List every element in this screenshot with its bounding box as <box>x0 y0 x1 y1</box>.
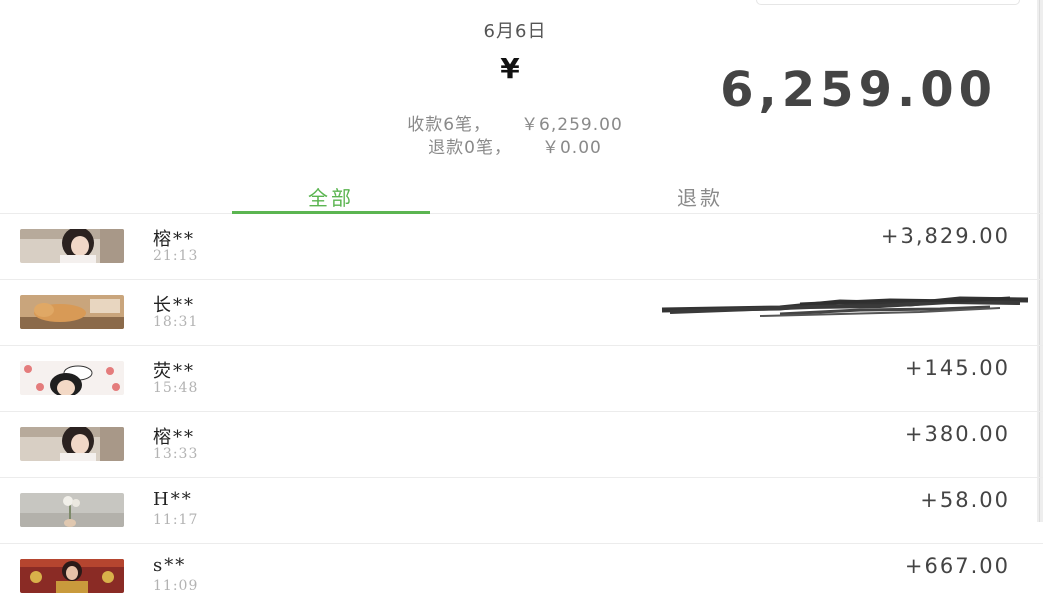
transaction-row[interactable]: 榕** 21:13 +3,829.00 <box>0 214 1043 280</box>
girl-photo-avatar <box>20 229 124 263</box>
payer-name: s** <box>153 555 187 576</box>
tab-all[interactable]: 全部 <box>232 182 430 211</box>
costume-photo-avatar <box>20 559 124 593</box>
currency-symbol: ¥ <box>500 52 520 85</box>
payment-amount: +380.00 <box>904 422 1010 446</box>
payment-amount: +667.00 <box>904 554 1010 578</box>
received-amount: ￥6,259.00 <box>521 115 623 135</box>
date-title: 6月6日 <box>483 21 547 42</box>
payer-name: H** <box>153 489 193 510</box>
refund-label: 退款0笔， <box>428 138 512 158</box>
payment-time: 11:17 <box>153 512 199 528</box>
received-label: 收款6笔， <box>407 115 492 135</box>
received-summary: 收款6笔， ￥6,259.00 <box>0 110 1030 135</box>
refund-summary: 退款0笔， ￥0.00 <box>0 133 1030 158</box>
payment-amount: +58.00 <box>920 488 1010 512</box>
redaction-scribble <box>661 296 1029 317</box>
top-search-pill[interactable] <box>756 0 1020 5</box>
transaction-row[interactable]: 长** 18:31 <box>0 280 1043 346</box>
transaction-list: 榕** 21:13 +3,829.00 长** 18:31 荧** 15:48 … <box>0 214 1043 605</box>
payment-time: 18:31 <box>153 314 199 330</box>
transaction-row[interactable]: 荧** 15:48 +145.00 <box>0 346 1043 412</box>
payment-amount: +3,829.00 <box>880 224 1010 248</box>
payment-time: 13:33 <box>153 446 199 462</box>
refund-amount: ￥0.00 <box>541 138 602 158</box>
transaction-row[interactable]: 榕** 13:33 +380.00 <box>0 412 1043 478</box>
payment-time: 11:09 <box>153 578 199 594</box>
cat-photo-avatar <box>20 295 124 329</box>
transaction-row[interactable]: s** 11:09 +667.00 <box>0 544 1043 605</box>
total-amount: ¥6,259.00 <box>0 52 1030 118</box>
daily-income-page: 6月6日 ¥6,259.00 收款6笔， ￥6,259.00 退款0笔， ￥0.00… <box>0 0 1043 605</box>
girl-photo-avatar <box>20 427 124 461</box>
payment-amount: +145.00 <box>904 356 1010 380</box>
tab-bar: 全部 退款 <box>0 180 1043 214</box>
cartoon-avatar <box>20 361 124 395</box>
payment-time: 15:48 <box>153 380 199 396</box>
flower-photo-avatar <box>20 493 124 527</box>
payment-time: 21:13 <box>153 248 199 264</box>
tab-refund[interactable]: 退款 <box>600 182 800 211</box>
transaction-row[interactable]: H** 11:17 +58.00 <box>0 478 1043 544</box>
